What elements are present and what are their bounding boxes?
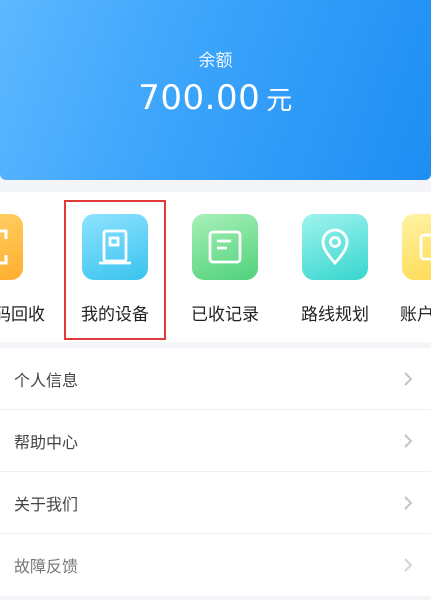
balance-label: 余额 [198,51,233,71]
menu-item-fault-feedback[interactable]: 故障反馈 [0,534,431,596]
balance-amount-value: 700.00 [138,78,261,118]
balance-unit: 元 [266,86,293,116]
menu-item-about-us[interactable]: 关于我们 [0,472,431,534]
device-door-icon [82,214,148,280]
menu-item-personal-info[interactable]: 个人信息 [0,348,431,410]
shortcut-label: 路线规划 [301,305,369,325]
menu-item-help-center[interactable]: 帮助中心 [0,410,431,472]
settings-menu: 个人信息 帮助中心 关于我们 故障反馈 [0,348,431,596]
shortcut-scan-recycle[interactable]: 码回收 [0,192,45,342]
record-card-icon [192,214,258,280]
chevron-right-icon [404,433,413,448]
menu-label: 故障反馈 [14,557,79,576]
menu-label: 个人信息 [14,370,79,390]
shortcut-row: 码回收 我的设备 已收记录 路线规划 账户 [0,192,431,342]
shortcut-my-devices[interactable]: 我的设备 [60,192,170,342]
menu-label: 关于我们 [14,494,79,514]
shortcut-label: 我的设备 [81,305,149,325]
balance-amount: 700.00 元 [0,78,431,118]
shortcut-route-planning[interactable]: 路线规划 [280,192,390,342]
location-pin-icon [302,214,368,280]
chevron-right-icon [404,558,413,572]
chevron-right-icon [404,371,413,386]
balance-card: 余额 700.00 元 [0,0,431,180]
scan-frame-icon [0,214,23,280]
shortcut-label: 已收记录 [191,305,259,325]
shortcut-label: 账户 [400,305,431,325]
shortcut-records[interactable]: 已收记录 [170,192,280,342]
account-icon [402,214,431,280]
shortcut-account[interactable]: 账户 [380,192,431,342]
chevron-right-icon [404,495,413,510]
shortcut-label: 码回收 [0,305,45,325]
menu-label: 帮助中心 [14,432,79,452]
